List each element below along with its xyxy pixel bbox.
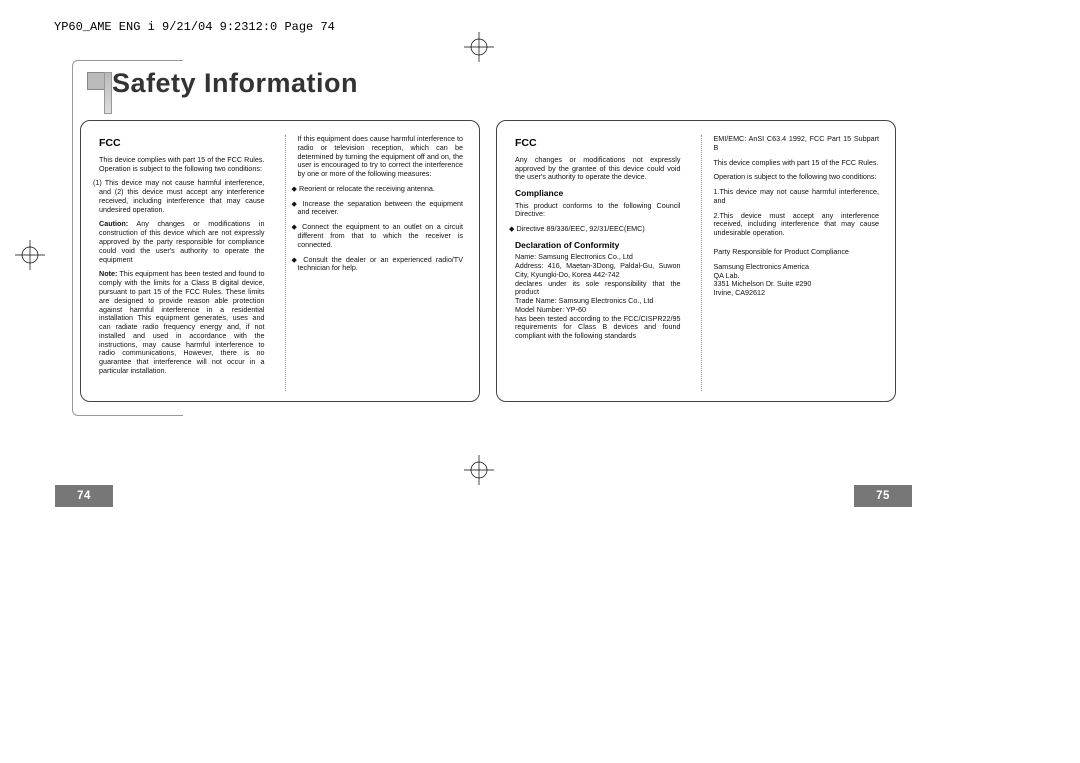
body-text: Party Responsible for Product Compliance <box>714 248 880 257</box>
file-header: YP60_AME ENG i 9/21/04 9:2312:0 Page 74 <box>54 20 335 34</box>
bullet-item: ◆ Reorient or relocate the receiving ant… <box>298 185 464 194</box>
subhead-compliance: Compliance <box>515 188 681 198</box>
body-text: Note: This equipment has been tested and… <box>99 270 265 375</box>
page-number-left: 74 <box>55 485 113 507</box>
page-number-right: 75 <box>854 485 912 507</box>
body-text: This equipment has been tested and found… <box>99 269 265 375</box>
section-head-fcc: FCC <box>515 137 681 150</box>
body-text: 2.This device must accept any interferen… <box>714 212 880 238</box>
body-text: This device complies with part 15 of the… <box>99 156 265 174</box>
bullet-item: ◆ Increase the separation between the eq… <box>298 200 464 218</box>
body-text: This product conforms to the following C… <box>515 202 681 220</box>
registration-mark-icon <box>464 455 494 485</box>
accent-square-icon <box>87 72 105 90</box>
bullet-item: ◆ Connect the equipment to an outlet on … <box>298 223 464 249</box>
body-text: 1.This device may not cause harmful inte… <box>714 188 880 206</box>
bullet-item: ◆ Consult the dealer or an experienced r… <box>298 256 464 274</box>
body-text: If this equipment does cause harmful int… <box>298 135 464 179</box>
body-text: (1) This device may not cause harmful in… <box>99 179 265 214</box>
note-label: Note: <box>99 269 117 278</box>
section-head-fcc: FCC <box>99 137 265 150</box>
left-col-2: If this equipment does cause harmful int… <box>285 135 464 391</box>
body-text: Name: Samsung Electronics Co., Ltd Addre… <box>515 253 681 341</box>
right-col-1: FCC Any changes or modifications not exp… <box>515 135 681 391</box>
left-page-panel: FCC This device complies with part 15 of… <box>80 120 480 402</box>
page-spread: Safety Information FCC This device compl… <box>72 64 886 404</box>
right-col-2: EMI/EMC: AnSI C63.4 1992, FCC Part 15 Su… <box>701 135 880 391</box>
registration-mark-icon <box>464 32 494 62</box>
accent-bar-icon <box>104 72 112 114</box>
page-title: Safety Information <box>112 68 358 99</box>
body-text: Any changes or modifications not express… <box>515 156 681 182</box>
bullet-item: ◆ Directive 89/336/EEC, 92/31/EEC(EMC) <box>515 225 681 234</box>
left-col-1: FCC This device complies with part 15 of… <box>99 135 265 391</box>
body-text: Caution: Any changes or modifications in… <box>99 220 265 264</box>
right-page-panel: FCC Any changes or modifications not exp… <box>496 120 896 402</box>
caution-label: Caution: <box>99 219 128 228</box>
body-text: This device complies with part 15 of the… <box>714 159 880 168</box>
body-text: EMI/EMC: AnSI C63.4 1992, FCC Part 15 Su… <box>714 135 880 153</box>
body-text: Operation is subject to the following tw… <box>714 173 880 182</box>
registration-mark-icon <box>15 240 45 270</box>
body-text: Samsung Electronics America QA Lab. 3351… <box>714 263 880 298</box>
subhead-declaration: Declaration of Conformity <box>515 240 681 250</box>
